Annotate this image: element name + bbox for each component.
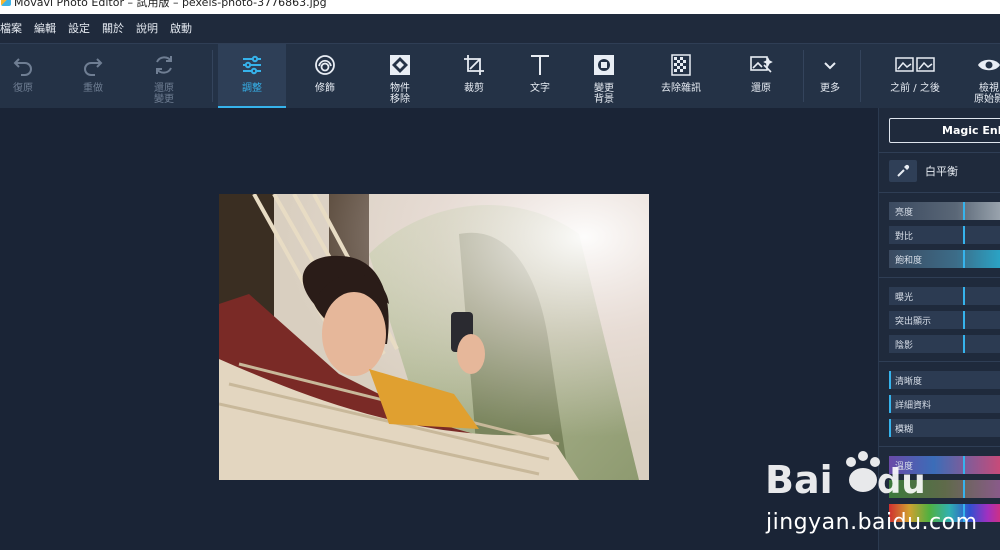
shadows-slider-thumb[interactable] bbox=[963, 335, 965, 353]
photo-preview bbox=[219, 194, 649, 480]
more-button[interactable]: 更多 bbox=[810, 44, 850, 108]
background-icon bbox=[591, 52, 617, 78]
redo-label: 重做 bbox=[83, 83, 103, 94]
contrast-slider-thumb[interactable] bbox=[963, 226, 965, 244]
blur-label: 模糊 bbox=[895, 425, 914, 435]
exposure-slider-thumb[interactable] bbox=[963, 287, 965, 305]
menu-file[interactable]: 檔案 bbox=[0, 14, 28, 43]
menu-help[interactable]: 說明 bbox=[130, 14, 164, 43]
magic-enhance-button[interactable]: Magic Enha bbox=[889, 118, 1000, 143]
photo-restore-icon bbox=[748, 52, 774, 78]
blur-slider[interactable]: 模糊 bbox=[889, 419, 1000, 437]
brightness-slider-thumb[interactable] bbox=[963, 202, 965, 220]
baidu-paw-logo-icon: Bai du bbox=[765, 451, 926, 502]
face-retouch-icon bbox=[312, 52, 338, 78]
tab-object-removal-label: 物件 移除 bbox=[390, 83, 410, 105]
highlights-label: 突出顯示 bbox=[895, 317, 932, 327]
tab-crop[interactable]: 裁剪 bbox=[449, 44, 499, 108]
redo-button[interactable]: 重做 bbox=[70, 44, 116, 108]
exposure-slider[interactable]: 曝光 bbox=[889, 287, 1000, 305]
tab-crop-label: 裁剪 bbox=[464, 83, 484, 94]
panel-divider bbox=[879, 361, 1000, 362]
toolbar-divider bbox=[803, 50, 804, 102]
highlights-slider[interactable]: 突出顯示 bbox=[889, 311, 1000, 329]
app-logo-icon bbox=[1, 0, 11, 6]
menu-about[interactable]: 關於 bbox=[96, 14, 130, 43]
tab-restore-label: 還原 bbox=[751, 83, 771, 94]
sliders-icon bbox=[239, 52, 265, 78]
undo-icon bbox=[10, 52, 36, 78]
app-window: Movavi Photo Editor – 試用版 – pexels-photo… bbox=[0, 0, 1000, 550]
saturation-slider-thumb[interactable] bbox=[963, 250, 965, 268]
highlights-slider-thumb[interactable] bbox=[963, 311, 965, 329]
more-label: 更多 bbox=[820, 83, 840, 94]
title-bar: Movavi Photo Editor – 試用版 – pexels-photo… bbox=[0, 0, 1000, 14]
tab-denoise[interactable]: 去除雜訊 bbox=[650, 44, 712, 108]
watermark: Bai du jingyan.baidu.com bbox=[740, 438, 1000, 550]
tab-change-background[interactable]: 變更 背景 bbox=[579, 44, 629, 108]
redo-icon bbox=[80, 52, 106, 78]
white-balance-label: 白平衡 bbox=[925, 165, 958, 178]
toolbar-divider bbox=[212, 50, 213, 102]
noise-icon bbox=[668, 52, 694, 78]
contrast-slider[interactable]: 對比 bbox=[889, 226, 1000, 244]
menu-edit[interactable]: 編輯 bbox=[28, 14, 62, 43]
watermark-url: jingyan.baidu.com bbox=[766, 510, 978, 535]
shadows-slider[interactable]: 陰影 bbox=[889, 335, 1000, 353]
reset-changes-label: 還原 變更 bbox=[154, 83, 174, 105]
menu-settings[interactable]: 設定 bbox=[62, 14, 96, 43]
tab-change-background-label: 變更 背景 bbox=[594, 83, 614, 105]
saturation-label: 飽和度 bbox=[895, 256, 923, 266]
clarity-slider[interactable]: 清晰度 bbox=[889, 371, 1000, 389]
panel-divider bbox=[879, 192, 1000, 193]
undo-button[interactable]: 復原 bbox=[0, 44, 46, 108]
toolbar: 復原 重做 還原 變更 調整 修飾 物件 移除 裁剪 文字 變更 背景 去除雜訊… bbox=[0, 43, 1000, 108]
tab-text-label: 文字 bbox=[530, 83, 550, 94]
tab-text[interactable]: 文字 bbox=[515, 44, 565, 108]
tab-denoise-label: 去除雜訊 bbox=[661, 83, 701, 94]
refresh-icon bbox=[151, 52, 177, 78]
blur-slider-thumb[interactable] bbox=[889, 419, 891, 437]
saturation-slider[interactable]: 飽和度 bbox=[889, 250, 1000, 268]
tab-object-removal[interactable]: 物件 移除 bbox=[375, 44, 425, 108]
toolbar-divider bbox=[860, 50, 861, 102]
panel-divider bbox=[879, 152, 1000, 153]
brightness-slider[interactable]: 亮度 bbox=[889, 202, 1000, 220]
object-removal-icon bbox=[387, 52, 413, 78]
undo-label: 復原 bbox=[13, 83, 33, 94]
tab-adjust-label: 調整 bbox=[242, 83, 262, 94]
view-original-button[interactable]: 檢視 原始影 bbox=[963, 44, 1000, 108]
white-balance-row[interactable]: 白平衡 bbox=[889, 160, 958, 182]
reset-changes-button[interactable]: 還原 變更 bbox=[141, 44, 187, 108]
crop-icon bbox=[461, 52, 487, 78]
tab-adjust[interactable]: 調整 bbox=[218, 44, 286, 108]
clarity-slider-thumb[interactable] bbox=[889, 371, 891, 389]
before-after-label: 之前 / 之後 bbox=[890, 83, 940, 94]
eye-icon bbox=[976, 52, 1000, 78]
svg-text:Bai: Bai bbox=[765, 458, 833, 502]
brightness-label: 亮度 bbox=[895, 208, 914, 218]
eyedropper-icon[interactable] bbox=[889, 160, 917, 182]
menu-activate[interactable]: 啟動 bbox=[164, 14, 198, 43]
before-after-button[interactable]: 之前 / 之後 bbox=[880, 44, 950, 108]
menu-bar: 檔案 編輯 設定 關於 說明 啟動 bbox=[0, 14, 1000, 43]
detail-slider[interactable]: 詳細資料 bbox=[889, 395, 1000, 413]
exposure-label: 曝光 bbox=[895, 293, 914, 303]
shadows-label: 陰影 bbox=[895, 341, 914, 351]
clarity-label: 清晰度 bbox=[895, 377, 923, 387]
svg-text:du: du bbox=[877, 462, 926, 502]
tab-restore[interactable]: 還原 bbox=[735, 44, 787, 108]
detail-slider-thumb[interactable] bbox=[889, 395, 891, 413]
photo-image bbox=[219, 194, 649, 480]
window-title: Movavi Photo Editor – 試用版 – pexels-photo… bbox=[14, 0, 327, 9]
before-after-icon bbox=[895, 52, 935, 78]
contrast-label: 對比 bbox=[895, 232, 914, 242]
tab-retouch[interactable]: 修飾 bbox=[300, 44, 350, 108]
text-icon bbox=[527, 52, 553, 78]
chevron-down-icon bbox=[817, 52, 843, 78]
panel-divider bbox=[879, 277, 1000, 278]
tab-retouch-label: 修飾 bbox=[315, 83, 335, 94]
view-original-label: 檢視 原始影 bbox=[974, 83, 1000, 105]
detail-label: 詳細資料 bbox=[895, 401, 932, 411]
